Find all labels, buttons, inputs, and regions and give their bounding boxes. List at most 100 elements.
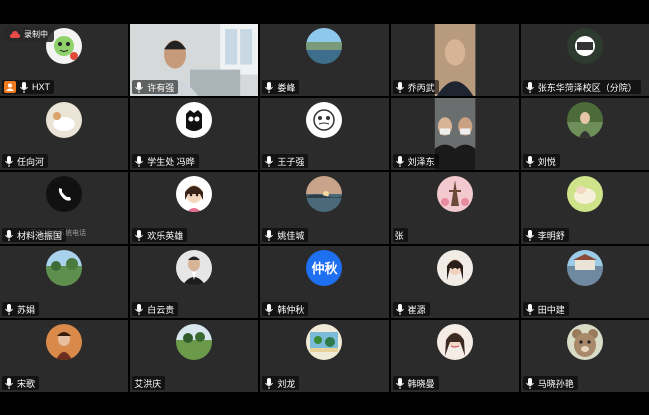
avatar (46, 323, 83, 360)
participant-tile[interactable]: 乔丙武 (390, 24, 519, 96)
avatar (306, 27, 343, 64)
avatar (176, 323, 213, 360)
name-tag: HXT (2, 80, 54, 94)
participant-grid: HXT 许有强 娄峰 乔丙武 张东华菏泽校区（分院） 任向河 学生处 冯晔 王子… (0, 24, 649, 392)
participant-name: 任向河 (17, 156, 45, 167)
recording-indicator[interactable]: 录制中 (4, 27, 54, 42)
mic-icon (135, 303, 144, 315)
participant-name: 李明舒 (537, 230, 565, 241)
participant-tile[interactable]: 刘泽东 (390, 98, 519, 170)
avatar (436, 323, 473, 360)
participant-name: 张东华菏泽校区（分院） (537, 82, 637, 93)
name-tag: 王子强 (262, 154, 309, 168)
participant-tile[interactable]: 正在接听系统电话 材料池振国 (0, 172, 129, 244)
participant-name: 王子强 (277, 156, 305, 167)
participant-tile[interactable]: 韩晓曼 (390, 320, 519, 392)
name-tag: 学生处 冯晔 (132, 154, 199, 168)
name-tag: 宋歌 (2, 376, 40, 390)
participant-tile[interactable]: 娄峰 (260, 24, 389, 96)
mic-icon (265, 229, 274, 241)
participant-name: 田中建 (537, 304, 565, 315)
name-tag: 刘泽东 (392, 154, 439, 168)
name-tag: 许有强 (132, 80, 179, 94)
mic-icon (135, 81, 144, 93)
mic-icon (135, 229, 144, 241)
participant-tile[interactable]: 田中建 (520, 246, 649, 318)
participant-name: 材料池振国 (17, 230, 63, 241)
avatar (566, 249, 603, 286)
participant-tile-active-speaker[interactable]: 许有强 (130, 24, 259, 96)
avatar (46, 101, 83, 138)
participant-name: 学生处 冯晔 (147, 156, 195, 167)
avatar (306, 323, 343, 360)
name-tag: 任向河 (2, 154, 49, 168)
avatar (176, 101, 213, 138)
participant-name: 韩仲秋 (277, 304, 305, 315)
participant-tile[interactable]: 仲秋 韩仲秋 (260, 246, 389, 318)
mic-icon (135, 155, 144, 167)
mic-icon (5, 377, 13, 389)
mic-icon (265, 155, 274, 167)
name-tag: 娄峰 (262, 80, 300, 94)
participant-tile[interactable]: 张东华菏泽校区（分院） (520, 24, 649, 96)
avatar (436, 249, 473, 286)
participant-tile[interactable]: 苏娟 (0, 246, 129, 318)
participant-tile[interactable]: 姚佳城 (260, 172, 389, 244)
mic-icon (5, 229, 13, 241)
avatar (566, 27, 603, 64)
participant-name: 刘泽东 (407, 156, 435, 167)
participant-name: HXT (32, 82, 50, 92)
participant-tile[interactable]: 李明舒 (520, 172, 649, 244)
avatar (176, 249, 213, 286)
participant-tile[interactable]: 崔源 (390, 246, 519, 318)
avatar (176, 175, 213, 212)
mic-icon (395, 155, 404, 167)
participant-tile[interactable]: 张 (390, 172, 519, 244)
mic-icon (5, 155, 13, 167)
participant-name: 白云贵 (147, 304, 175, 315)
participant-tile[interactable]: 艾洪庆 (130, 320, 259, 392)
avatar (436, 175, 473, 212)
avatar (566, 323, 603, 360)
name-tag: 艾洪庆 (132, 376, 166, 390)
participant-name: 刘悦 (537, 156, 556, 167)
mic-icon (525, 229, 534, 241)
participant-name: 苏娟 (17, 304, 36, 315)
name-tag: 刘龙 (262, 376, 300, 390)
participant-name: 张 (394, 230, 404, 241)
avatar (566, 101, 603, 138)
participant-tile[interactable]: 刘悦 (520, 98, 649, 170)
participant-tile[interactable]: 宋歌 (0, 320, 129, 392)
mic-icon (20, 81, 28, 93)
mic-icon (265, 303, 274, 315)
participant-tile[interactable]: 刘龙 (260, 320, 389, 392)
participant-name: 艾洪庆 (134, 378, 162, 389)
mic-icon (525, 377, 534, 389)
participant-name: 乔丙武 (407, 82, 435, 93)
name-tag: 欢乐英雄 (132, 228, 188, 242)
name-tag: 刘悦 (522, 154, 560, 168)
name-tag: 马晓孙艳 (522, 376, 578, 390)
name-tag: 张 (392, 228, 408, 242)
participant-tile[interactable]: 任向河 (0, 98, 129, 170)
participant-tile[interactable]: 学生处 冯晔 (130, 98, 259, 170)
avatar-initials: 仲秋 (306, 249, 343, 286)
participant-tile[interactable]: 王子强 (260, 98, 389, 170)
participant-name: 崔源 (407, 304, 426, 315)
mic-icon (265, 81, 274, 93)
mic-icon (265, 377, 274, 389)
cloud-record-icon (10, 30, 20, 38)
participant-name: 姚佳城 (277, 230, 305, 241)
participant-name: 娄峰 (277, 82, 296, 93)
participant-name: 马晓孙艳 (537, 378, 574, 389)
participant-tile[interactable]: 欢乐英雄 (130, 172, 259, 244)
name-tag: 乔丙武 (392, 80, 439, 94)
participant-tile[interactable]: 马晓孙艳 (520, 320, 649, 392)
participant-name: 韩晓曼 (407, 378, 435, 389)
name-tag: 苏娟 (2, 302, 40, 316)
name-tag: 张东华菏泽校区（分院） (522, 80, 641, 94)
mic-icon (525, 81, 534, 93)
recording-label: 录制中 (24, 30, 48, 39)
participant-tile[interactable]: 白云贵 (130, 246, 259, 318)
mic-icon (5, 303, 13, 315)
